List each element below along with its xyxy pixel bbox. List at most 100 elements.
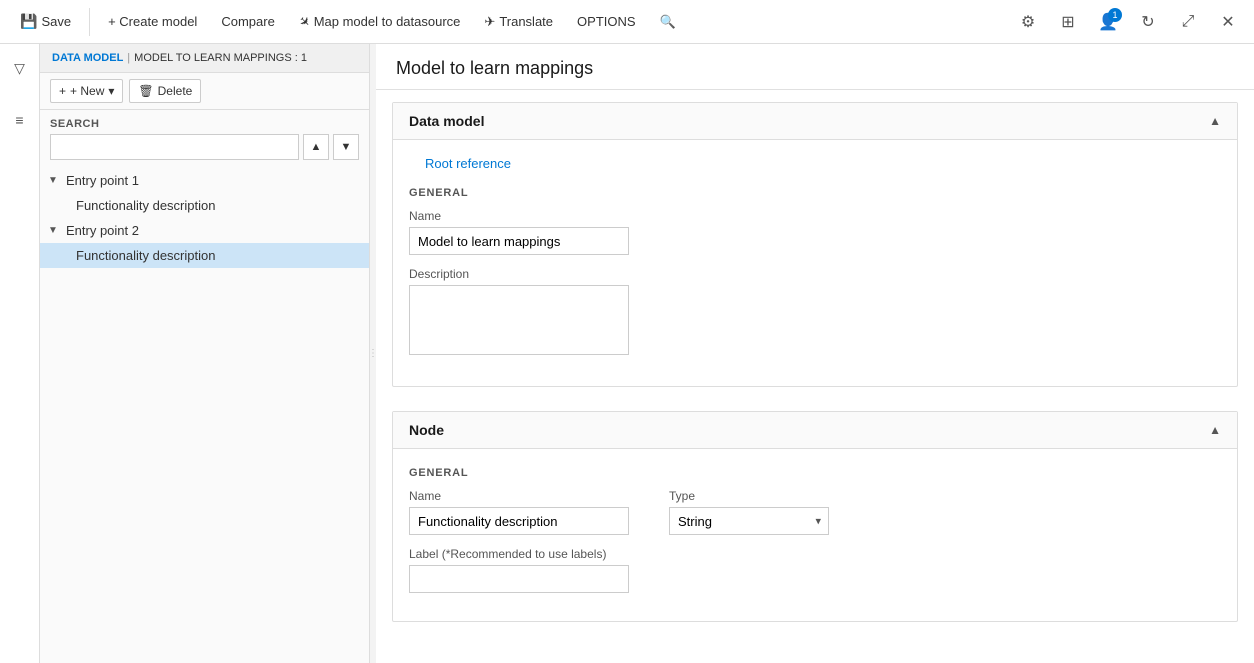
description-form-group: Description [409, 267, 1221, 358]
tree-group-ep1: ▼ Entry point 1 Functionality descriptio… [40, 168, 369, 218]
settings-icon: ⚙ [1021, 12, 1035, 32]
tree-area: ▼ Entry point 1 Functionality descriptio… [40, 164, 369, 663]
data-model-collapse-icon: ▲ [1209, 114, 1221, 128]
create-model-button[interactable]: + Create model [98, 8, 207, 35]
external-button[interactable]: ⤢ [1172, 6, 1204, 38]
type-select-wrapper: String Integer Real Boolean Date DateTim… [669, 507, 829, 535]
tree-parent-ep1[interactable]: ▼ Entry point 1 [40, 168, 369, 193]
menu-icon-btn[interactable]: ≡ [4, 104, 36, 136]
save-label: Save [41, 14, 71, 29]
data-model-section-title: Data model [409, 113, 484, 129]
refresh-button[interactable]: ↻ [1132, 6, 1164, 38]
down-arrow-icon: ▼ [341, 141, 352, 153]
breadcrumb-link[interactable]: DATA MODEL [52, 52, 123, 64]
new-label: + New [70, 84, 104, 98]
tree-child-ep1-fd[interactable]: Functionality description [40, 193, 369, 218]
create-model-label: + Create model [108, 14, 197, 29]
node-name-form-label: Name [409, 489, 629, 503]
options-label: OPTIONS [577, 14, 636, 29]
map-model-button[interactable]: ✈ Map model to datasource [289, 8, 471, 36]
up-arrow-icon: ▲ [311, 141, 322, 153]
filter-icon-btn[interactable]: ▽ [4, 52, 36, 84]
node-name-form-group: Name [409, 489, 629, 535]
settings-button[interactable]: ⚙ [1012, 6, 1044, 38]
node-form-row: Name Label (*Recommended to use labels) … [409, 489, 1221, 605]
left-panel: DATA MODEL | MODEL TO LEARN MAPPINGS : 1… [40, 44, 370, 663]
name-form-group: Name [409, 209, 1221, 255]
delete-label: Delete [158, 84, 193, 98]
node-type-form-group: Type String Integer Real Boolean Date Da… [669, 489, 829, 535]
node-label-form-group: Label (*Recommended to use labels) [409, 547, 629, 593]
translate-button[interactable]: ✈ Translate [474, 8, 563, 36]
name-input[interactable] [409, 227, 629, 255]
plus-icon: + [59, 84, 66, 98]
tree-parent-ep1-label: Entry point 1 [66, 173, 139, 188]
node-label-input[interactable] [409, 565, 629, 593]
search-row: ▲ ▼ [50, 134, 359, 160]
data-model-general-label: GENERAL [409, 187, 1221, 199]
breadcrumb-current: MODEL TO LEARN MAPPINGS : 1 [134, 52, 307, 64]
notification-badge: 1 [1108, 8, 1122, 22]
node-section: Node ▲ GENERAL Name Label (*Recommended … [392, 411, 1238, 622]
breadcrumb-separator: | [127, 52, 130, 64]
data-model-section-body: Root reference GENERAL Name Description [393, 140, 1237, 386]
side-icons: ▽ ≡ [0, 44, 40, 663]
page-title: Model to learn mappings [376, 44, 1254, 90]
search-icon: 🔍 [660, 14, 676, 30]
node-section-header[interactable]: Node ▲ [393, 412, 1237, 449]
tree-child-ep1-fd-label: Functionality description [76, 198, 215, 213]
notification-button[interactable]: 👤 1 [1092, 6, 1124, 38]
type-select[interactable]: String Integer Real Boolean Date DateTim… [669, 507, 829, 535]
tree-child-ep2-fd-label: Functionality description [76, 248, 215, 263]
toolbar: 💾 Save + Create model Compare ✈ Map mode… [0, 0, 1254, 44]
office-icon: ⊞ [1061, 12, 1074, 32]
right-panel: Model to learn mappings Data model ▲ Roo… [376, 44, 1254, 663]
search-label: SEARCH [50, 118, 359, 130]
translate-icon: ✈ [484, 14, 495, 30]
node-section-body: GENERAL Name Label (*Recommended to use … [393, 449, 1237, 621]
tree-toggle-ep1: ▼ [48, 175, 62, 186]
root-reference-link[interactable]: Root reference [409, 152, 1221, 181]
data-model-section-header[interactable]: Data model ▲ [393, 103, 1237, 140]
search-section: SEARCH ▲ ▼ [40, 110, 369, 164]
external-icon: ⤢ [1182, 13, 1195, 31]
close-icon: ✕ [1221, 12, 1234, 32]
node-section-title: Node [409, 422, 444, 438]
options-button[interactable]: OPTIONS [567, 8, 646, 35]
save-button[interactable]: 💾 Save [10, 7, 81, 36]
chevron-down-icon: ▾ [108, 84, 114, 98]
translate-label: Translate [499, 14, 553, 29]
search-toolbar-button[interactable]: 🔍 [650, 8, 686, 36]
refresh-icon: ↻ [1141, 12, 1154, 32]
delete-icon: 🗑 [138, 84, 153, 98]
node-col-name: Name Label (*Recommended to use labels) [409, 489, 629, 605]
nav-up-button[interactable]: ▲ [303, 134, 329, 160]
compare-label: Compare [221, 14, 274, 29]
main-container: ▽ ≡ DATA MODEL | MODEL TO LEARN MAPPINGS… [0, 44, 1254, 663]
map-icon: ✈ [295, 12, 314, 31]
node-label-form-label: Label (*Recommended to use labels) [409, 547, 629, 561]
close-button[interactable]: ✕ [1212, 6, 1244, 38]
nav-down-button[interactable]: ▼ [333, 134, 359, 160]
description-textarea[interactable] [409, 285, 629, 355]
node-col-type: Type String Integer Real Boolean Date Da… [669, 489, 829, 605]
node-general-label: GENERAL [409, 467, 1221, 479]
filter-icon: ▽ [14, 60, 25, 77]
office-button[interactable]: ⊞ [1052, 6, 1084, 38]
node-name-input[interactable] [409, 507, 629, 535]
tree-parent-ep2[interactable]: ▼ Entry point 2 [40, 218, 369, 243]
tree-group-ep2: ▼ Entry point 2 Functionality descriptio… [40, 218, 369, 268]
node-type-form-label: Type [669, 489, 829, 503]
name-form-label: Name [409, 209, 1221, 223]
compare-button[interactable]: Compare [211, 8, 284, 35]
menu-icon: ≡ [15, 112, 23, 128]
tree-parent-ep2-label: Entry point 2 [66, 223, 139, 238]
delete-button[interactable]: 🗑 Delete [129, 79, 201, 103]
map-model-label: Map model to datasource [314, 14, 461, 29]
search-input[interactable] [50, 134, 299, 160]
data-model-section: Data model ▲ Root reference GENERAL Name… [392, 102, 1238, 387]
new-button[interactable]: + + New ▾ [50, 79, 123, 103]
toolbar-right: ⚙ ⊞ 👤 1 ↻ ⤢ ✕ [1012, 6, 1244, 38]
tree-toggle-ep2: ▼ [48, 225, 62, 236]
tree-child-ep2-fd[interactable]: Functionality description [40, 243, 369, 268]
